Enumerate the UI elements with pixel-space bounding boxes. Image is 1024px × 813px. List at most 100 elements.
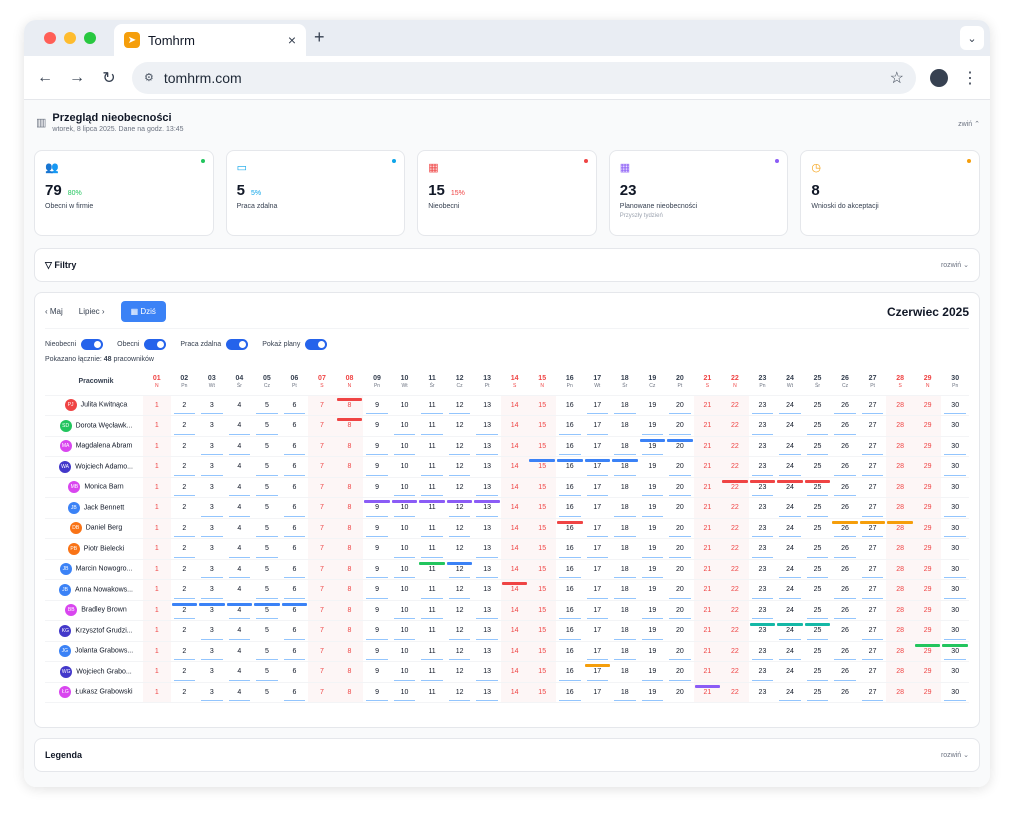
day-cell[interactable]: 12: [445, 661, 474, 683]
day-cell[interactable]: 3: [198, 641, 226, 662]
day-cell[interactable]: 16: [555, 661, 584, 683]
table-row[interactable]: JB Anna Nowakows... 1 2 3 4 5 6 7 8 9 10 11 12 13 14 15 1…: [45, 579, 969, 601]
day-cell[interactable]: 26: [831, 436, 859, 457]
day-cell[interactable]: 14: [500, 661, 529, 683]
day-cell[interactable]: 29: [913, 661, 942, 683]
employee-cell[interactable]: JB Jack Bennett: [45, 497, 143, 519]
day-cell[interactable]: 14: [500, 518, 529, 539]
day-cell[interactable]: 5: [253, 682, 281, 703]
employee-cell[interactable]: DB Daniel Berg: [45, 518, 143, 539]
day-cell[interactable]: 23: [748, 661, 777, 683]
day-cell[interactable]: 25: [803, 395, 832, 416]
day-cell[interactable]: 2: [170, 415, 199, 437]
day-cell[interactable]: 11: [418, 538, 446, 560]
day-cell[interactable]: 4: [225, 600, 254, 621]
day-cell[interactable]: 24: [776, 620, 804, 642]
day-cell[interactable]: 8: [335, 600, 364, 621]
day-cell[interactable]: 9: [363, 538, 391, 560]
day-cell[interactable]: 10: [390, 415, 419, 437]
day-cell[interactable]: 17: [583, 620, 612, 642]
day-cell[interactable]: 10: [390, 661, 419, 683]
day-cell[interactable]: 10: [390, 620, 419, 642]
day-cell[interactable]: 3: [198, 538, 226, 560]
day-cell[interactable]: 2: [170, 518, 199, 539]
day-cell[interactable]: 18: [611, 518, 639, 539]
table-row[interactable]: ŁG Łukasz Grabowski 1 2 3 4 5 6 7 8 9 10 11 12 13 14 15 1…: [45, 682, 969, 703]
day-cell[interactable]: 27: [858, 579, 887, 601]
day-cell[interactable]: 7: [308, 641, 336, 662]
day-cell[interactable]: 3: [198, 600, 226, 621]
day-cell[interactable]: 5: [253, 477, 281, 498]
day-cell[interactable]: 14: [500, 538, 529, 560]
day-cell[interactable]: 13: [473, 497, 501, 519]
filters-panel[interactable]: ▽ Filtry rozwiń ⌄: [34, 248, 980, 282]
day-cell[interactable]: 4: [225, 620, 254, 642]
day-cell[interactable]: 4: [225, 559, 254, 580]
day-cell[interactable]: 21: [693, 518, 722, 539]
table-row[interactable]: JB Jack Bennett 1 2 3 4 5 6 7 8 9 10 11 12 13 14 15 16 17 1…: [45, 497, 969, 519]
day-cell[interactable]: 2: [170, 559, 199, 580]
day-cell[interactable]: 25: [803, 477, 832, 498]
day-cell[interactable]: 16: [555, 497, 584, 519]
day-cell[interactable]: 9: [363, 477, 391, 498]
day-cell[interactable]: 5: [253, 415, 281, 437]
day-cell[interactable]: 7: [308, 620, 336, 642]
day-cell[interactable]: 13: [473, 477, 501, 498]
day-cell[interactable]: 28: [886, 620, 914, 642]
day-cell[interactable]: 29: [913, 518, 942, 539]
day-cell[interactable]: 28: [886, 579, 914, 601]
day-cell[interactable]: 28: [886, 559, 914, 580]
day-cell[interactable]: 29: [913, 600, 942, 621]
day-cell[interactable]: 20: [666, 415, 694, 437]
day-cell[interactable]: 24: [776, 497, 804, 519]
day-cell[interactable]: 28: [886, 538, 914, 560]
day-cell[interactable]: 22: [721, 436, 749, 457]
employee-cell[interactable]: BB Bradley Brown: [45, 600, 143, 621]
day-cell[interactable]: 11: [418, 620, 446, 642]
day-cell[interactable]: 12: [445, 518, 474, 539]
day-cell[interactable]: 20: [666, 497, 694, 519]
day-cell[interactable]: 22: [721, 497, 749, 519]
day-cell[interactable]: 15: [528, 559, 556, 580]
employee-cell[interactable]: JB Marcin Nowogro...: [45, 559, 143, 580]
toggle-nieobecni[interactable]: Nieobecni: [45, 339, 104, 350]
day-cell[interactable]: 10: [390, 497, 419, 519]
stat-card[interactable]: ▦ 15 15% Nieobecni: [417, 150, 597, 236]
day-cell[interactable]: 16: [555, 415, 584, 437]
day-cell[interactable]: 4: [225, 518, 254, 539]
day-cell[interactable]: 18: [611, 415, 639, 437]
day-cell[interactable]: 11: [418, 641, 446, 662]
day-cell[interactable]: 28: [886, 456, 914, 478]
day-cell[interactable]: 15: [528, 661, 556, 683]
day-cell[interactable]: 19: [638, 682, 667, 703]
day-cell[interactable]: 26: [831, 682, 859, 703]
day-cell[interactable]: 22: [721, 456, 749, 478]
stat-card[interactable]: ▦ 23 Planowane nieobecności Przyszły tydzie…: [608, 150, 789, 236]
day-cell[interactable]: 8: [335, 682, 364, 703]
day-cell[interactable]: 8: [335, 477, 364, 498]
day-cell[interactable]: 9: [363, 395, 391, 416]
day-cell[interactable]: 6: [280, 559, 309, 580]
table-row[interactable]: SD Dorota Węcławk... 1 2 3 4 5 6 7 8 9 10 11 12 13 14 15…: [45, 415, 969, 437]
day-cell[interactable]: 21: [693, 682, 722, 703]
day-cell[interactable]: 25: [803, 641, 832, 662]
day-cell[interactable]: 22: [721, 477, 749, 498]
day-cell[interactable]: 1: [143, 477, 171, 498]
day-cell[interactable]: 3: [198, 497, 226, 519]
day-cell[interactable]: 3: [198, 661, 226, 683]
table-row[interactable]: JB Marcin Nowogro... 1 2 3 4 5 6 7 8 9 10 11 12 13 14 15…: [45, 559, 969, 580]
day-cell[interactable]: 16: [555, 682, 584, 703]
day-cell[interactable]: 5: [253, 641, 281, 662]
day-cell[interactable]: 5: [253, 579, 281, 601]
day-cell[interactable]: 14: [500, 477, 529, 498]
day-cell[interactable]: 9: [363, 436, 391, 457]
day-cell[interactable]: 13: [473, 559, 501, 580]
day-cell[interactable]: 20: [666, 456, 694, 478]
day-cell[interactable]: 13: [473, 415, 501, 437]
day-cell[interactable]: 7: [308, 436, 336, 457]
day-cell[interactable]: 13: [473, 579, 501, 601]
day-cell[interactable]: 1: [143, 682, 171, 703]
day-cell[interactable]: 8: [335, 538, 364, 560]
day-cell[interactable]: 9: [363, 641, 391, 662]
day-cell[interactable]: 14: [500, 436, 529, 457]
